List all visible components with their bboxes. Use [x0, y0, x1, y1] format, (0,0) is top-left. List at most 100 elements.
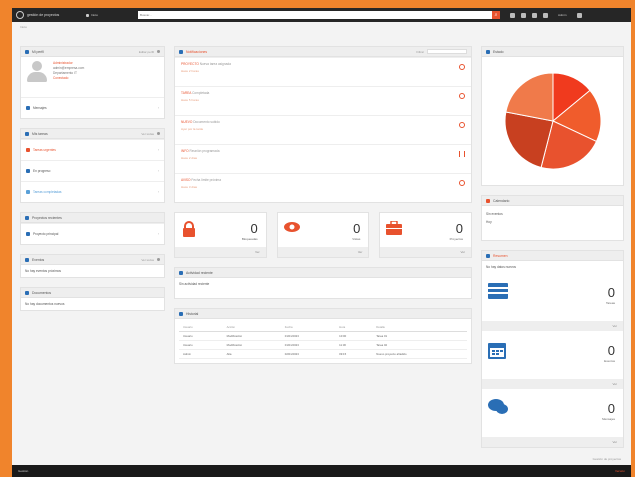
summary-panel: Resumen No hay datos nuevos 0 Tareas Ver [481, 250, 624, 448]
middle-column: Notificaciones Filtrar PROYECTO Nueva ta… [174, 46, 473, 373]
history-body: Usuario Acción Fecha Hora Detalle Usuari… [175, 319, 471, 363]
table-cell: 10:00 [335, 331, 373, 341]
home-label: Inicio [91, 13, 99, 17]
search-bar: ⌕ [138, 11, 500, 19]
notification-item[interactable]: TAREA Completada Hace 5 horas [175, 86, 471, 115]
panel-title: Proyectos recientes [32, 215, 62, 220]
chevron-right-icon: › [157, 106, 159, 110]
stats-row: 0 Bloqueadas Ver 0 Vistas Ver 0 Proyecto… [174, 212, 473, 258]
stat-value: 0 [607, 401, 615, 416]
documents-panel: Documentos No hay documentos nuevos [20, 287, 165, 311]
stat-footer-link[interactable]: Ver [175, 247, 266, 257]
messages-row[interactable]: Mensajes › [21, 97, 164, 118]
view-all-events-link[interactable]: Ver todos [141, 258, 154, 262]
bell-icon[interactable] [521, 12, 526, 18]
filter-input[interactable] [427, 49, 467, 54]
notification-title: TAREA [181, 91, 192, 95]
search-button[interactable]: ⌕ [492, 11, 500, 19]
chevron-right-icon: › [157, 169, 159, 173]
notification-item[interactable]: INFO Reunión programada Hace 2 días [175, 144, 471, 173]
app-logo[interactable]: gestión de proyectos [16, 11, 82, 19]
stat-footer-link[interactable]: Ver [482, 379, 623, 389]
project-label: Proyecto principal [33, 232, 59, 236]
calendar-line: Hoy [486, 220, 492, 224]
download-icon[interactable] [543, 12, 548, 18]
task-row[interactable]: Tareas urgentes › [21, 139, 164, 160]
task-label: En progreso [33, 169, 51, 173]
gear-icon[interactable] [157, 132, 160, 135]
table-row[interactable]: Usuario Modificación 01/01/2023 10:00 Ta… [179, 331, 467, 341]
user-menu[interactable]: Admin [558, 13, 567, 17]
notification-detail: Completada [192, 91, 210, 95]
notification-time: Hace 2 horas [181, 69, 199, 73]
task-row[interactable]: Tareas completadas › [21, 181, 164, 202]
stat-footer-link[interactable]: Ver [482, 321, 623, 331]
stat-footer-link[interactable]: Ver [277, 247, 369, 257]
panel-title: Mis tareas [32, 131, 48, 136]
page-footer: Gestión de proyectos [592, 457, 621, 461]
column-header[interactable]: Hora [335, 323, 373, 332]
column-header[interactable]: Acción [222, 323, 281, 332]
notification-title: NUEVO [181, 120, 193, 124]
pie-slice[interactable] [504, 72, 553, 122]
breadcrumb[interactable]: Inicio [12, 22, 631, 32]
task-label: Tareas completadas [33, 190, 62, 194]
home-icon [86, 13, 89, 17]
column-header[interactable]: Usuario [179, 323, 223, 332]
notification-item[interactable]: NUEVO Documento subido Ayer por la tarde [175, 115, 471, 144]
stat-value: 0 [353, 221, 361, 236]
calendar-body: Sin eventos Hoy [482, 206, 623, 240]
edit-profile-link[interactable]: Editar perfil [139, 50, 154, 54]
stat-label: Vistas [352, 237, 361, 241]
stat-card-locked: 0 Bloqueadas Ver [174, 212, 267, 258]
folder-icon [25, 215, 29, 220]
home-link[interactable]: Inicio [86, 13, 134, 17]
chevron-right-icon: › [157, 232, 159, 236]
notification-item[interactable]: AVISO Fecha límite próxima Hace 3 días [175, 173, 471, 202]
gear-icon[interactable] [157, 50, 160, 53]
top-bar: gestión de proyectos Inicio ⌕ Admin [12, 8, 631, 22]
notification-item[interactable]: PROYECTO Nueva tarea asignada Hace 2 hor… [175, 57, 471, 86]
pause-icon[interactable] [459, 151, 465, 157]
status-circle-icon[interactable] [459, 122, 465, 128]
stat-footer-link[interactable]: Ver [482, 437, 623, 447]
notification-detail: Documento subido [193, 120, 220, 124]
table-row[interactable]: Usuario Modificación 01/01/2023 11:30 Ta… [179, 340, 467, 350]
search-input[interactable] [138, 11, 492, 19]
bottom-bar: Gestión Versión [12, 465, 631, 477]
calendar-panel-header: Calendario [482, 196, 623, 206]
view-all-tasks-link[interactable]: Ver todas [141, 132, 154, 136]
project-row[interactable]: Proyecto principal › [21, 223, 164, 244]
pie-chart [504, 72, 601, 170]
activity-panel: Actividad reciente Sin actividad recient… [174, 267, 472, 299]
gear-icon[interactable] [157, 258, 160, 261]
settings-icon[interactable] [576, 12, 582, 18]
notification-title: AVISO [181, 178, 191, 182]
tasks-icon [25, 131, 29, 136]
panel-title: Estado [493, 49, 504, 54]
version-label: Versión [614, 469, 625, 473]
chart-icon [486, 49, 490, 54]
calendar-line: Sin eventos [486, 212, 503, 216]
notification-detail: Nueva tarea asignada [199, 62, 231, 66]
messages-label: Mensajes [33, 106, 47, 110]
stat-label: Eventos [604, 359, 615, 363]
bell-icon [179, 49, 183, 54]
table-cell: 11:30 [335, 340, 373, 350]
status-circle-icon[interactable] [459, 64, 465, 70]
mail-icon[interactable] [532, 12, 537, 18]
status-circle-icon[interactable] [459, 93, 465, 99]
tasks-panel: Mis tareas Ver todas Tareas urgentes › E… [20, 128, 165, 203]
history-panel-header: Historial [175, 309, 471, 319]
panel-title: Resumen [493, 253, 508, 258]
table-row[interactable]: Admin Alta 02/01/2023 09:15 Nuevo proyec… [179, 349, 467, 359]
status-circle-icon[interactable] [459, 180, 465, 186]
column-header[interactable]: Detalle [372, 323, 467, 332]
grid-icon[interactable] [510, 12, 515, 18]
stat-footer-link[interactable]: Ver [380, 247, 472, 257]
table-cell: Admin [179, 349, 223, 359]
column-header[interactable]: Fecha [280, 323, 336, 332]
tasks-panel-header: Mis tareas Ver todas [21, 129, 164, 139]
task-row[interactable]: En progreso › [21, 160, 164, 181]
document-icon [25, 290, 29, 295]
